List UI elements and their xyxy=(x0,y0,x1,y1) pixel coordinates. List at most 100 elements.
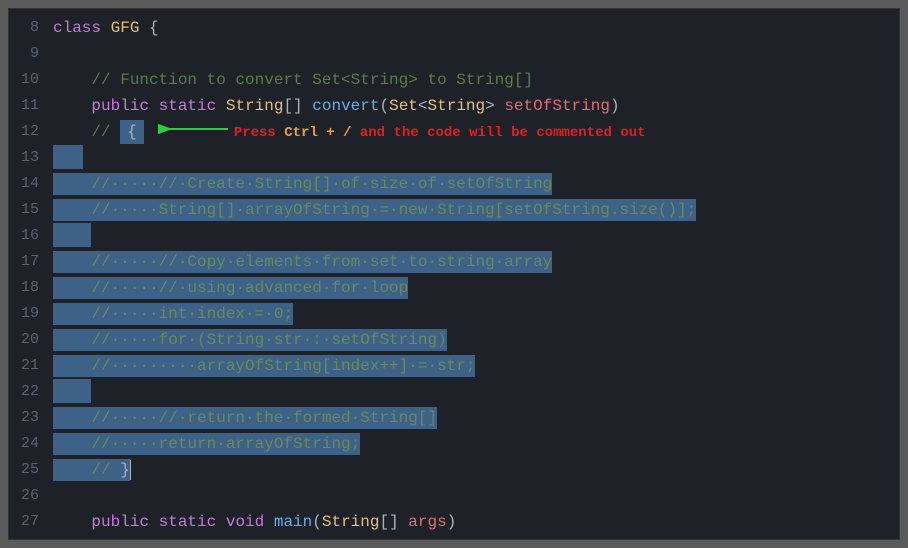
comment: //·····//·return·the·formed·String[] xyxy=(53,409,437,427)
selection: //·····return·arrayOfString; xyxy=(53,433,360,455)
brackets: [] xyxy=(379,513,408,531)
line-number: 9 xyxy=(13,41,39,67)
selection: { xyxy=(120,120,144,144)
line-number: 14 xyxy=(13,171,39,197)
line-number-gutter: 8 9 10 11 12 13 14 15 16 17 18 19 20 21 … xyxy=(9,9,49,539)
line-number: 26 xyxy=(13,483,39,509)
selection: //·····//·using·advanced·for·loop xyxy=(53,277,408,299)
selection: //·····int·index·=·0; xyxy=(53,303,293,325)
code-line[interactable] xyxy=(49,41,899,67)
line-number: 10 xyxy=(13,67,39,93)
keyword: static xyxy=(149,97,216,115)
selection xyxy=(53,145,83,169)
code-line[interactable]: public static String[] convert(Set<Strin… xyxy=(49,93,899,119)
line-number: 8 xyxy=(13,15,39,41)
paren: ( xyxy=(379,97,389,115)
paren: ) xyxy=(610,97,620,115)
type: Set xyxy=(389,97,418,115)
code-line[interactable] xyxy=(49,145,899,171)
line-number: 21 xyxy=(13,353,39,379)
paren: ) xyxy=(447,513,457,531)
code-line[interactable] xyxy=(49,223,899,249)
parameter: setOfString xyxy=(504,97,610,115)
type: String xyxy=(428,97,486,115)
code-line[interactable] xyxy=(49,483,899,509)
code-line[interactable]: // } xyxy=(49,457,899,483)
comment: //·····for·(String·str·:·setOfString) xyxy=(53,331,447,349)
selection: //·········arrayOfString[index++]·=·str; xyxy=(53,355,475,377)
comment: //·········arrayOfString[index++]·=·str; xyxy=(53,357,475,375)
keyword: class xyxy=(53,19,101,37)
line-number: 16 xyxy=(13,223,39,249)
generic-open: < xyxy=(418,97,428,115)
keyword: void xyxy=(216,513,264,531)
keyword: public xyxy=(53,513,149,531)
code-line[interactable]: //·····//·Create·String[]·of·size·of·set… xyxy=(49,171,899,197)
line-number: 17 xyxy=(13,249,39,275)
line-number: 11 xyxy=(13,93,39,119)
annotation-key: Ctrl + / xyxy=(276,125,360,141)
line-number: 19 xyxy=(13,301,39,327)
line-number: 24 xyxy=(13,431,39,457)
selection: //·····for·(String·str·:·setOfString) xyxy=(53,329,447,351)
comment: //·····//·Create·String[]·of·size·of·set… xyxy=(53,175,552,193)
selection: //·····String[]·arrayOfString·=·new·Stri… xyxy=(53,199,696,221)
comment: // Function to convert Set<String> to St… xyxy=(53,71,533,89)
selection xyxy=(53,379,91,403)
code-line[interactable]: //·········arrayOfString[index++]·=·str; xyxy=(49,353,899,379)
comment: //·····String[]·arrayOfString·=·new·Stri… xyxy=(53,201,696,219)
class-name: GFG xyxy=(101,19,149,37)
comment: //·····return·arrayOfString; xyxy=(53,435,360,453)
type: String xyxy=(322,513,380,531)
line-number: 23 xyxy=(13,405,39,431)
keyword: public xyxy=(53,97,149,115)
selection xyxy=(53,223,91,247)
code-line[interactable]: //·····return·arrayOfString; xyxy=(49,431,899,457)
comment: //·····//·Copy·elements·from·set·to·stri… xyxy=(53,253,552,271)
keyword: static xyxy=(149,513,216,531)
code-line[interactable]: public static void main(String[] args) xyxy=(49,509,899,535)
comment: // xyxy=(53,123,120,141)
annotation-text: and the code will be commented out xyxy=(360,125,646,141)
brace: { xyxy=(127,123,137,141)
generic-close: > xyxy=(485,97,504,115)
comment: // xyxy=(53,461,120,479)
code-line[interactable]: //·····//·using·advanced·for·loop xyxy=(49,275,899,301)
code-line[interactable]: //·····String[]·arrayOfString·=·new·Stri… xyxy=(49,197,899,223)
brace: } xyxy=(120,461,130,479)
code-line[interactable]: //·····int·index·=·0; xyxy=(49,301,899,327)
code-line[interactable]: //·····//·return·the·formed·String[] xyxy=(49,405,899,431)
method-name: convert xyxy=(312,97,379,115)
line-number: 13 xyxy=(13,145,39,171)
line-number: 27 xyxy=(13,509,39,535)
code-editor[interactable]: 8 9 10 11 12 13 14 15 16 17 18 19 20 21 … xyxy=(8,8,900,540)
line-number: 12 xyxy=(13,119,39,145)
code-line[interactable]: //·····for·(String·str·:·setOfString) xyxy=(49,327,899,353)
method-name: main xyxy=(264,513,312,531)
comment: //·····//·using·advanced·for·loop xyxy=(53,279,408,297)
arrow-icon xyxy=(158,119,228,145)
line-number: 15 xyxy=(13,197,39,223)
brace: { xyxy=(149,19,159,37)
type: String xyxy=(216,97,283,115)
paren: ( xyxy=(312,513,322,531)
line-number: 22 xyxy=(13,379,39,405)
selection: //·····//·Create·String[]·of·size·of·set… xyxy=(53,173,552,195)
parameter: args xyxy=(408,513,446,531)
selection: //·····//·return·the·formed·String[] xyxy=(53,407,437,429)
annotation-text: Press xyxy=(234,125,276,141)
code-line[interactable]: class GFG { xyxy=(49,15,899,41)
selection: // } xyxy=(53,459,130,481)
line-number: 18 xyxy=(13,275,39,301)
code-line[interactable] xyxy=(49,379,899,405)
code-content[interactable]: class GFG { // Function to convert Set<S… xyxy=(49,9,899,539)
code-line[interactable]: // { Press Ctrl + / and the code will be … xyxy=(49,119,899,145)
code-line[interactable]: //·····//·Copy·elements·from·set·to·stri… xyxy=(49,249,899,275)
comment: //·····int·index·=·0; xyxy=(53,305,293,323)
code-line[interactable]: // Function to convert Set<String> to St… xyxy=(49,67,899,93)
selection: //·····//·Copy·elements·from·set·to·stri… xyxy=(53,251,552,273)
brackets: [] xyxy=(283,97,312,115)
line-number: 25 xyxy=(13,457,39,483)
cursor-icon xyxy=(130,460,131,480)
line-number: 20 xyxy=(13,327,39,353)
